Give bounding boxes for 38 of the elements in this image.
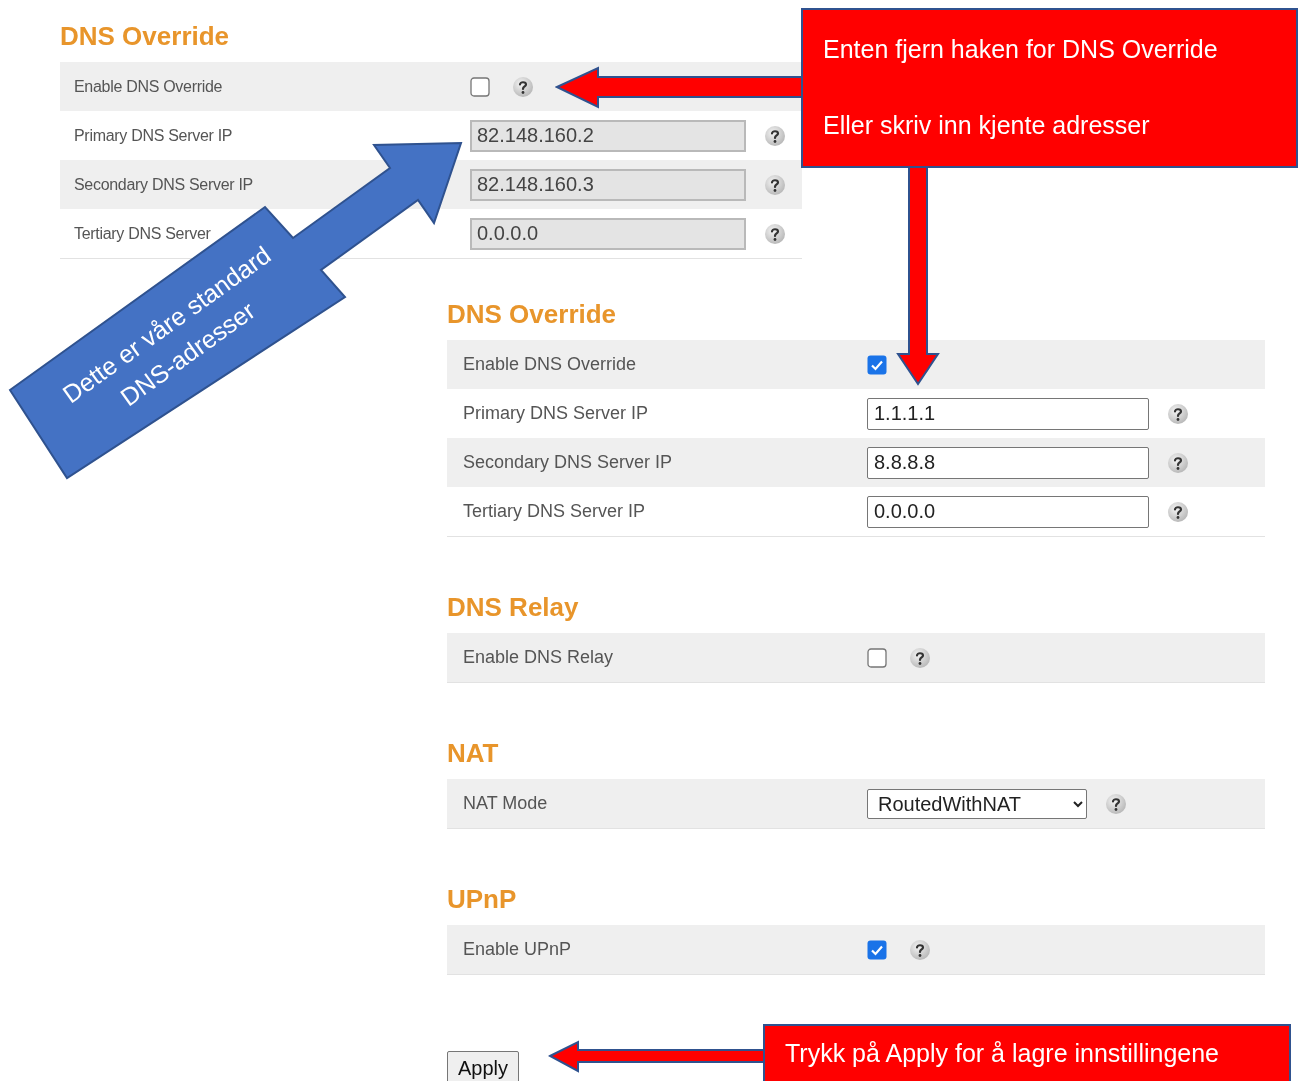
setting-label: Secondary DNS Server IP: [462, 451, 674, 474]
setting-label: Secondary DNS Server IP: [73, 174, 254, 195]
setting-label: Enable DNS Override: [73, 76, 224, 97]
ip-address-field[interactable]: 0.0.0.0: [867, 495, 1149, 528]
callout-text: Enten fjern haken for DNS Override: [823, 34, 1219, 65]
setting-label: Enable DNS Relay: [462, 646, 615, 669]
section-title: DNS Override: [60, 19, 230, 53]
help-icon[interactable]: [764, 124, 786, 147]
section-title: DNS Relay: [447, 590, 579, 624]
help-icon[interactable]: [1105, 792, 1127, 815]
help-icon[interactable]: [512, 75, 534, 98]
section-title: DNS Override: [447, 297, 617, 331]
section-title: NAT: [447, 736, 499, 770]
section-title: UPnP: [447, 882, 517, 916]
help-icon[interactable]: [1167, 500, 1189, 523]
help-icon[interactable]: [909, 938, 931, 961]
setting-label: Tertiary DNS Server: [73, 223, 212, 244]
checkbox[interactable]: [867, 354, 887, 375]
nat-mode-dropdown[interactable]: RoutedWithNAT: [867, 788, 1087, 819]
help-icon[interactable]: [1167, 402, 1189, 425]
callout-text: Eller skriv inn kjente adresser: [823, 110, 1151, 141]
callout-text: Trykk på Apply for å lagre innstillingene: [785, 1038, 1220, 1070]
ip-address-field[interactable]: 1.1.1.1: [867, 397, 1149, 430]
checkbox[interactable]: [470, 76, 490, 97]
setting-label: NAT Mode: [462, 792, 549, 815]
setting-label: Primary DNS Server IP: [73, 125, 234, 146]
setting-label: Primary DNS Server IP: [462, 402, 650, 425]
apply-button[interactable]: Apply: [447, 1051, 520, 1081]
help-icon[interactable]: [764, 222, 786, 245]
setting-label: Enable DNS Override: [462, 353, 638, 376]
help-icon[interactable]: [764, 173, 786, 196]
help-icon[interactable]: [1167, 451, 1189, 474]
setting-label: Enable UPnP: [462, 938, 573, 961]
help-icon[interactable]: [909, 646, 931, 669]
checkbox[interactable]: [867, 647, 887, 668]
ip-address-field[interactable]: 8.8.8.8: [867, 446, 1149, 479]
checkbox[interactable]: [867, 939, 887, 960]
setting-label: Tertiary DNS Server IP: [462, 500, 647, 523]
